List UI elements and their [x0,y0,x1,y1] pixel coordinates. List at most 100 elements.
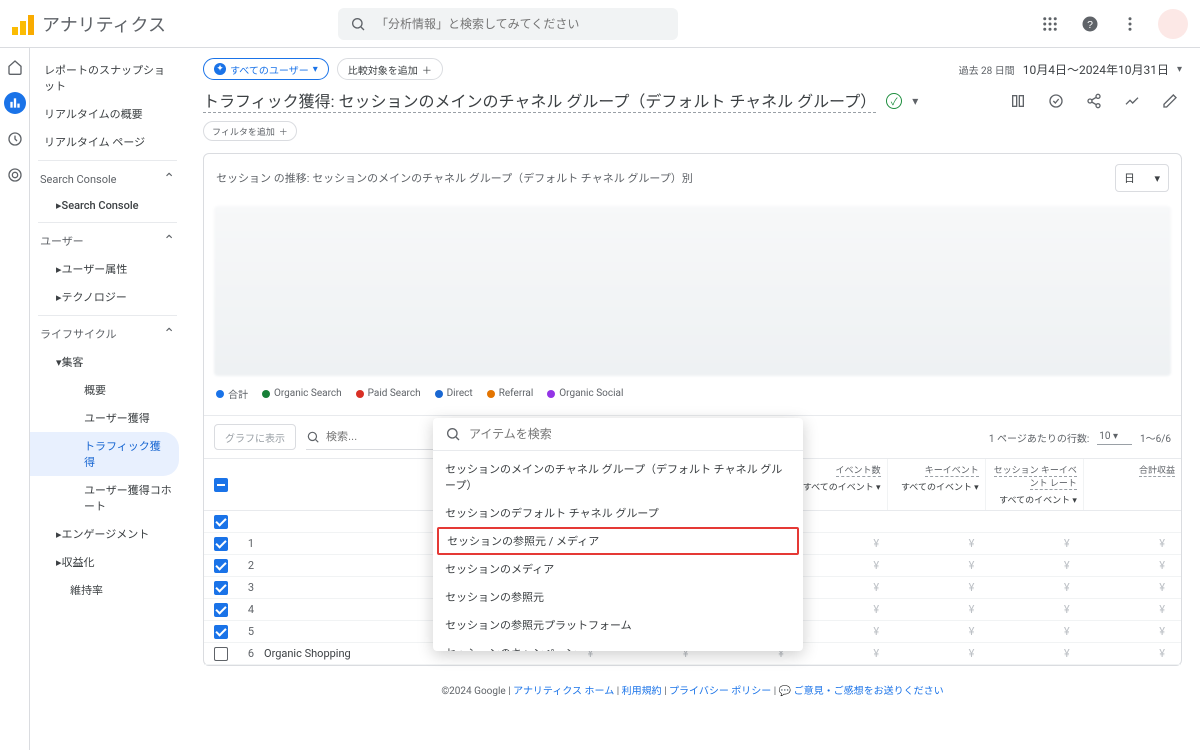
product-logo[interactable]: アナリティクス [12,11,166,37]
row-cell: ¥ [790,647,885,660]
sidebar-item-realtime-pages[interactable]: リアルタイム ページ [30,128,185,156]
dropdown-item[interactable]: セッションのキャンペーン [433,639,803,651]
footer-link-home[interactable]: アナリティクス ホーム [513,686,614,697]
th-total-revenue[interactable]: 合計収益 [1083,459,1181,510]
rows-per-page-select[interactable]: 10 ▾ [1097,429,1132,445]
footer-link-feedback[interactable]: ご意見・ご感想をお送りください [794,686,944,697]
legend-dot-icon [216,390,224,398]
legend-item[interactable]: 合計 [216,386,248,401]
global-search-input[interactable] [376,17,666,31]
date-prefix: 過去 28 日間 [959,62,1015,77]
add-filter-chip[interactable]: フィルタを追加＋ [203,121,297,141]
dropdown-search[interactable] [433,418,803,451]
sidebar-section-user[interactable]: ユーザー⌃ [30,227,185,255]
sidebar-item-snapshot[interactable]: レポートのスナップショット [30,56,185,100]
row-cell: ¥ [885,537,980,550]
row-checkbox[interactable] [214,625,228,639]
row-cell: ¥ [980,581,1075,594]
th-key-events[interactable]: キーイベントすべてのイベント ▾ [887,459,985,510]
th-session-key-event-rate[interactable]: セッション キーイベント レートすべてのイベント ▾ [985,459,1083,510]
comparison-chips: ✦すべてのユーザー▾ 比較対象を追加＋ 過去 28 日間 10月4日～2024年… [203,58,1182,80]
sidebar-section-search-console[interactable]: Search Console⌃ [30,165,185,193]
global-search[interactable] [338,8,678,40]
legend-item[interactable]: Organic Social [547,386,623,401]
legend-item[interactable]: Organic Search [262,386,342,401]
customize-icon[interactable] [1006,89,1030,113]
sidebar-item-monetization[interactable]: ▸ 収益化 [30,548,185,576]
rail-reports-icon[interactable] [4,92,26,114]
trend-icon[interactable] [1120,89,1144,113]
legend-item[interactable]: Paid Search [356,386,421,401]
sidebar-item-retention[interactable]: 維持率 [30,576,185,604]
row-checkbox[interactable] [214,603,228,617]
rail-advertising-icon[interactable] [4,164,26,186]
row-checkbox[interactable] [214,559,228,573]
row-checkbox[interactable] [214,537,228,551]
th-event-count[interactable]: イベント数すべてのイベント ▾ [788,459,886,510]
rows-per-page: 1 ページあたりの行数: 10 ▾ 1～6/6 [989,429,1171,445]
rail-home-icon[interactable] [4,56,26,78]
sidebar-item-acq-overview[interactable]: 概要 [30,376,185,404]
divider [38,222,177,223]
legend-item[interactable]: Referral [487,386,534,401]
period-selector[interactable]: 日▾ [1115,164,1169,192]
search-icon [445,426,461,442]
page-title: トラフィック獲得: セッションのメインのチャネル グループ（デフォルト チャネル… [203,88,876,113]
legend-dot-icon [487,390,495,398]
dropdown-item[interactable]: セッションのデフォルト チャネル グループ [433,499,803,527]
chevron-up-icon: ⌃ [163,171,175,187]
insights-icon[interactable] [1044,89,1068,113]
apps-icon[interactable] [1038,12,1062,36]
chevron-down-icon[interactable]: ▾ [912,94,918,108]
row-checkbox[interactable] [214,647,228,661]
row-cell: ¥ [980,603,1075,616]
dropdown-item[interactable]: セッションの参照元プラットフォーム [433,611,803,639]
sidebar-item-realtime-overview[interactable]: リアルタイムの概要 [30,100,185,128]
footer-link-terms[interactable]: 利用規約 [622,686,662,697]
row-cell: ¥ [885,559,980,572]
row-checkbox[interactable] [214,515,228,529]
dropdown-item[interactable]: セッションのメインのチャネル グループ（デフォルト チャネル グループ） [433,455,803,499]
row-checkbox[interactable] [214,581,228,595]
topbar-actions: ? [1038,9,1188,39]
user-icon: ✦ [214,63,226,75]
sidebar-item-engagement[interactable]: ▸ エンゲージメント [30,520,185,548]
sidebar-item-user-attributes[interactable]: ▸ ユーザー属性 [30,255,185,283]
report-sidebar: レポートのスナップショット リアルタイムの概要 リアルタイム ページ Searc… [30,48,185,750]
plus-icon: ＋ [279,125,288,138]
help-icon[interactable]: ? [1078,12,1102,36]
date-range-picker[interactable]: 過去 28 日間 10月4日～2024年10月31日 ▾ [959,61,1182,78]
legend-dot-icon [547,390,555,398]
dropdown-item[interactable]: セッションのメディア [433,555,803,583]
sidebar-item-technology[interactable]: ▸ テクノロジー [30,283,185,311]
edit-icon[interactable] [1158,89,1182,113]
row-cell: ¥ [980,647,1075,660]
footer-link-privacy[interactable]: プライバシー ポリシー [669,686,771,697]
sidebar-item-acq-traffic[interactable]: トラフィック獲得 [30,432,179,476]
sidebar-item-acq-user-cohort[interactable]: ユーザー獲得コホート [30,476,185,520]
plot-rows-button[interactable]: グラフに表示 [214,424,296,450]
row-cell: ¥ [980,537,1075,550]
kebab-menu-icon[interactable] [1118,12,1142,36]
chevron-down-icon: ▾ [1177,64,1182,75]
legend-item[interactable]: Direct [435,386,473,401]
rail-explore-icon[interactable] [4,128,26,150]
card-title: セッション の推移: セッションのメインのチャネル グループ（デフォルト チャネ… [216,170,693,186]
row-cell: ¥ [885,581,980,594]
chart-legend: 合計 Organic Search Paid Search Direct Referra… [204,376,1181,415]
chip-add-compare[interactable]: 比較対象を追加＋ [337,58,443,80]
sidebar-item-acquisition[interactable]: ▾ 集客 [30,348,185,376]
dropdown-item[interactable]: セッションの参照元 / メディア [437,527,799,555]
topbar: アナリティクス ? [0,0,1200,48]
dropdown-search-input[interactable] [469,427,791,441]
share-icon[interactable] [1082,89,1106,113]
row-cell: ¥ [885,625,980,638]
select-all-checkbox[interactable] [214,478,228,492]
sidebar-section-lifecycle[interactable]: ライフサイクル⌃ [30,320,185,348]
dropdown-item[interactable]: セッションの参照元 [433,583,803,611]
account-avatar[interactable] [1158,9,1188,39]
sidebar-item-acq-user[interactable]: ユーザー獲得 [30,404,185,432]
row-cell: ¥ [1076,625,1171,638]
sidebar-item-search-console[interactable]: ▸ Search Console [30,193,185,218]
chip-all-users[interactable]: ✦すべてのユーザー▾ [203,58,329,80]
